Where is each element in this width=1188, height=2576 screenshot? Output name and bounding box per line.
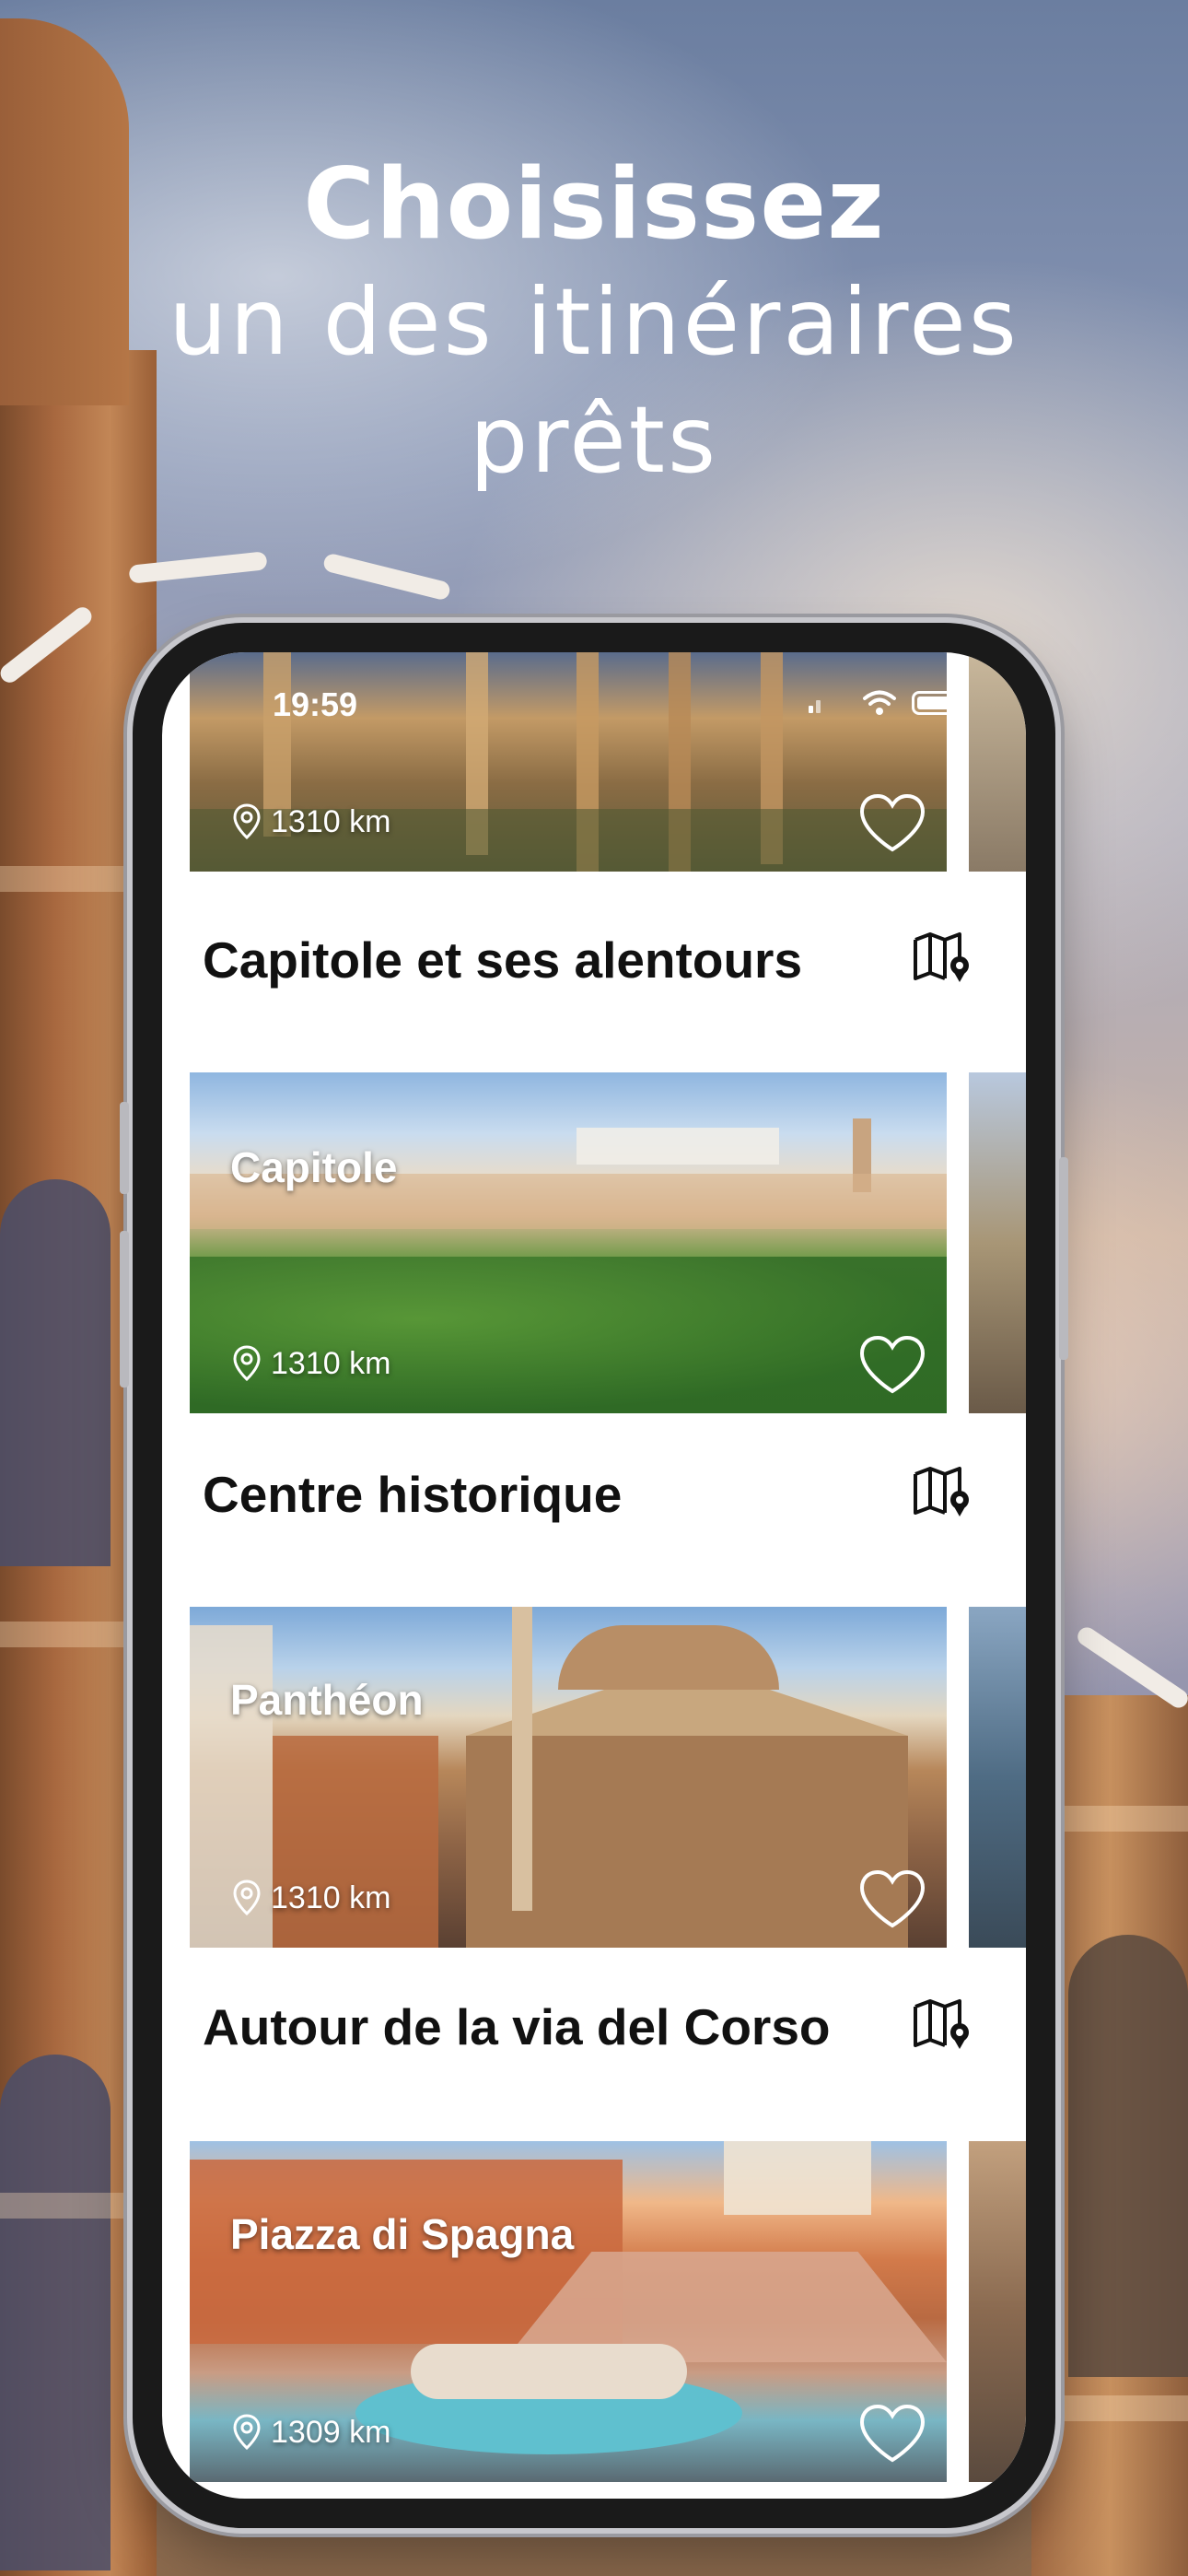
map-icon[interactable]: [910, 1997, 974, 2051]
route-card-next[interactable]: [969, 1607, 1026, 1948]
distance-label: 1310 km: [232, 1345, 390, 1382]
heart-icon[interactable]: [858, 2403, 926, 2464]
route-card[interactable]: Piazza di Spagna 1309 km: [190, 2141, 947, 2482]
location-pin-icon: [233, 803, 261, 840]
battery-icon: [912, 691, 961, 715]
phone-screen: 19:59 1310 km Capitole et ses alentours: [162, 652, 1026, 2499]
route-card[interactable]: Panthéon 1310 km: [190, 1607, 947, 1948]
phone-button: [1059, 1157, 1068, 1360]
phone-button: [120, 1231, 129, 1388]
headline-line-3: prêts: [469, 386, 719, 494]
section-title: Capitole et ses alentours: [203, 931, 803, 989]
phone-button: [120, 1102, 129, 1194]
card-label: Capitole: [230, 1143, 398, 1191]
location-pin-icon: [233, 2414, 261, 2451]
location-pin-icon: [233, 1345, 261, 1382]
distance-text: 1310 km: [271, 803, 391, 839]
headline-line-1: Choisissez: [303, 147, 885, 261]
route-card-next[interactable]: [969, 1072, 1026, 1413]
distance-label: 1310 km: [232, 803, 390, 840]
card-label: Panthéon: [230, 1676, 424, 1724]
heart-icon[interactable]: [858, 792, 926, 853]
status-bar: 19:59: [162, 652, 1026, 735]
distance-text: 1310 km: [271, 1345, 391, 1381]
section-title: Centre historique: [203, 1466, 623, 1523]
phone-frame: 19:59 1310 km Capitole et ses alentours: [120, 623, 1068, 2528]
wifi-icon: [863, 690, 896, 715]
map-icon[interactable]: [910, 1465, 974, 1518]
route-card[interactable]: Capitole 1310 km: [190, 1072, 947, 1413]
heart-icon[interactable]: [858, 1334, 926, 1395]
signal-icon: [809, 700, 821, 713]
status-time: 19:59: [273, 685, 358, 723]
headline-line-2: un des itinéraires: [169, 268, 1019, 376]
location-pin-icon: [233, 1879, 261, 1916]
map-icon[interactable]: [910, 931, 974, 984]
distance-text: 1310 km: [271, 1879, 391, 1915]
card-label: Piazza di Spagna: [230, 2210, 575, 2258]
decor-arc: [321, 552, 452, 602]
distance-text: 1309 km: [271, 2414, 391, 2450]
section-title: Autour de la via del Corso: [203, 1998, 831, 2055]
heart-icon[interactable]: [858, 1868, 926, 1929]
headline: Choisissez un des itinéraires prêts: [0, 146, 1188, 499]
distance-label: 1310 km: [232, 1879, 390, 1916]
distance-label: 1309 km: [232, 2414, 390, 2451]
route-card-next[interactable]: [969, 2141, 1026, 2482]
